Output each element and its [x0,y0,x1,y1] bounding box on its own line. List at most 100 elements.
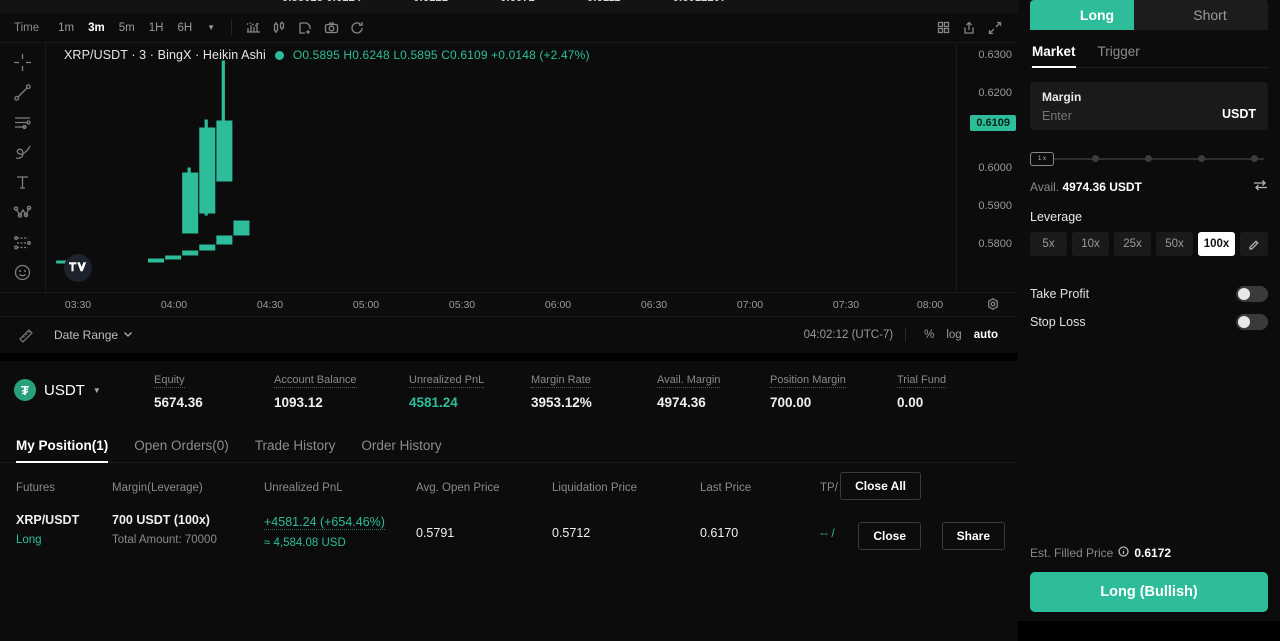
slider-point[interactable] [1092,155,1099,162]
margin-slider[interactable]: 1 x [1030,146,1268,172]
crosshair-icon[interactable] [8,48,38,76]
leverage-50x[interactable]: 50x [1156,232,1193,256]
stat-value: 3953.12% [531,395,592,410]
chart-legend: XRP/USDT · 3 · BingX · Heikin Ashi O0.58… [64,48,590,62]
leverage-5x[interactable]: 5x [1030,232,1067,256]
stop-loss-toggle[interactable] [1236,314,1268,330]
close-position-button[interactable]: Close [858,522,921,550]
tab-order-history[interactable]: Order History [361,438,441,462]
pencil-icon[interactable] [1240,232,1268,256]
price-tick: 0.5800 [978,238,1012,250]
interval-6h[interactable]: 6H [170,19,199,37]
price-tick: 0.6300 [978,49,1012,61]
coin-selector[interactable]: ₮ USDT ▼ [14,379,154,401]
interval-1h[interactable]: 1H [142,19,171,37]
clipped-top-strip: 0.58025 0.6124 0.6121 0.6072 0.6111 0.60… [0,0,1018,13]
stat-value: 700.00 [770,395,812,410]
interval-5m[interactable]: 5m [112,19,142,37]
stat-value: 1093.12 [274,395,323,410]
avail-value: 4974.36 USDT [1062,180,1142,194]
auto-scale-button[interactable]: auto [968,327,1004,343]
time-tick: 06:00 [544,299,572,311]
indicators-icon[interactable] [240,16,266,40]
fib-tools-icon[interactable] [8,228,38,256]
fullscreen-icon[interactable] [982,16,1008,40]
swap-icon[interactable] [1253,178,1268,196]
template-icon[interactable] [292,16,318,40]
tab-trigger[interactable]: Trigger [1098,44,1140,67]
margin-unit: USDT [1221,107,1256,121]
share-icon[interactable] [956,16,982,40]
snapshot-icon[interactable] [318,16,344,40]
chevron-down-icon[interactable]: ▼ [93,386,101,395]
take-profit-row: Take Profit [1030,286,1268,302]
brush-icon[interactable] [8,138,38,166]
stat-label: Unrealized PnL [409,374,485,388]
caret-down-icon[interactable]: ▼ [199,23,223,32]
tab-market[interactable]: Market [1032,44,1076,68]
horizontal-lines-icon[interactable] [8,108,38,136]
time-axis[interactable]: 03:30 04:00 04:30 05:00 05:30 06:00 06:3… [0,292,1018,316]
panel-bottom-filler [1018,621,1280,641]
slider-point[interactable] [1251,155,1258,162]
chart-settings-icon[interactable] [986,297,1000,316]
log-scale-button[interactable]: log [940,327,967,343]
text-icon[interactable] [8,168,38,196]
margin-input[interactable] [1042,109,1182,123]
position-symbol: XRP/USDT [16,513,80,527]
stat-avail-margin: Avail. Margin 4974.36 [657,370,770,410]
stat-label: Account Balance [274,374,357,388]
measure-icon[interactable] [12,326,42,344]
percent-scale-button[interactable]: % [918,327,940,343]
date-range-button[interactable]: Date Range [54,327,133,342]
cell-pnl: +4581.24 (+654.46%) ≈ 4,584.08 USD [264,513,385,549]
emoji-icon[interactable] [8,258,38,286]
interval-3m[interactable]: 3m [81,19,112,37]
share-position-button[interactable]: Share [941,522,1005,550]
candlestick-chart[interactable] [46,43,1018,292]
est-filled-value: 0.6172 [1134,546,1172,560]
date-range-label: Date Range [54,327,119,342]
ohlc-values: O0.5895 H0.6248 L0.5895 C0.6109 +0.0148 … [292,48,590,62]
cell-last-price: 0.6170 [700,526,739,540]
submit-long-button[interactable]: Long (Bullish) [1030,572,1268,612]
pattern-icon[interactable] [8,198,38,226]
slider-knob[interactable]: 1 x [1030,152,1054,166]
tab-open-orders[interactable]: Open Orders(0) [134,438,229,462]
current-price-badge: 0.6109 [970,115,1016,131]
stat-account-balance: Account Balance 1093.12 [274,370,409,410]
chart-canvas-wrap[interactable]: XRP/USDT · 3 · BingX · Heikin Ashi O0.58… [46,43,1018,292]
status-dot-icon [274,50,284,60]
position-side: Long [16,534,42,546]
take-profit-toggle[interactable] [1236,286,1268,302]
price-tick: 0.5900 [978,200,1012,212]
position-total-amount: Total Amount: 70000 [112,534,217,546]
time-tick: 08:00 [916,299,944,311]
position-table: Futures Margin(Leverage) Unrealized PnL … [0,463,1018,641]
info-icon[interactable] [1118,546,1130,560]
interval-1m[interactable]: 1m [51,19,81,37]
side-tabs: Long Short [1030,0,1268,30]
tab-my-position[interactable]: My Position(1) [16,438,109,463]
layout-grid-icon[interactable] [930,16,956,40]
margin-input-box[interactable]: Margin USDT [1030,82,1268,130]
leverage-25x[interactable]: 25x [1114,232,1151,256]
slider-point[interactable] [1145,155,1152,162]
leverage-100x[interactable]: 100x [1198,232,1235,256]
trading-app: 0.58025 0.6124 0.6121 0.6072 0.6111 0.60… [0,0,1280,641]
slider-point[interactable] [1198,155,1205,162]
close-all-button[interactable]: Close All [840,472,921,500]
price-axis[interactable]: 0.6300 0.6200 0.6109 0.6000 0.5900 0.580… [956,43,1018,292]
coin-name: USDT [44,381,85,399]
trend-line-icon[interactable] [8,78,38,106]
leverage-10x[interactable]: 10x [1072,232,1109,256]
undo-icon[interactable] [344,16,370,40]
tab-short[interactable]: Short [1134,0,1268,30]
order-panel: Long Short Market Trigger Margin USDT 1 … [1018,0,1280,641]
tab-trade-history[interactable]: Trade History [255,438,336,462]
tether-icon: ₮ [14,379,36,401]
account-stats: Equity 5674.36 Account Balance 1093.12 U… [154,370,1018,410]
position-margin: 700 USDT (100x) [112,513,210,527]
time-tick: 05:30 [448,299,476,311]
compare-icon[interactable] [266,16,292,40]
